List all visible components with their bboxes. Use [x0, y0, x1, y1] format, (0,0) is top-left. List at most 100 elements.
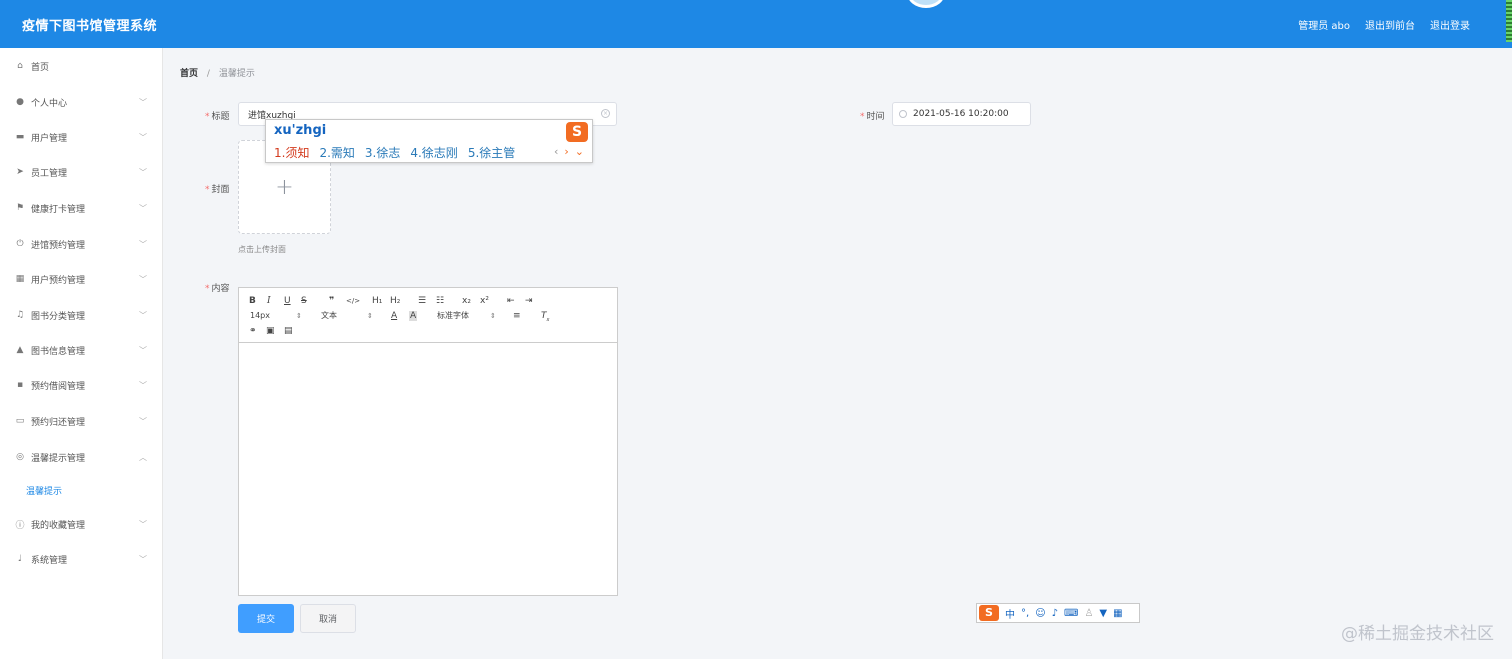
font-family-select[interactable]: 标准字体 — [437, 311, 469, 321]
chevron-down-icon: ﹀ — [139, 555, 147, 564]
clear-icon[interactable]: × — [601, 109, 610, 118]
italic-icon[interactable]: I — [267, 296, 271, 306]
sidebar-item-system[interactable]: ♩ 系统管理 ﹀ — [0, 544, 162, 574]
font-size-select[interactable]: 14px — [250, 311, 270, 321]
sidebar-item-staff[interactable]: ➤ 员工管理 ﹀ — [0, 157, 162, 187]
ordered-list-icon[interactable]: ☰ — [418, 296, 426, 306]
cancel-button[interactable]: 取消 — [300, 604, 356, 633]
font-color-icon[interactable]: A — [391, 311, 397, 321]
chevron-down-icon: ﹀ — [139, 98, 147, 107]
chevron-down-icon: ﹀ — [139, 417, 147, 426]
sidebar-item-users[interactable]: ▬ 用户管理 ﹀ — [0, 122, 162, 152]
time-label-text: 时间 — [866, 112, 885, 122]
grid-icon: ▦ — [15, 274, 25, 284]
sidebar-item-borrow-reservation[interactable]: ▪ 预约借阅管理 ﹀ — [0, 370, 162, 400]
ticket-icon: ▬ — [15, 132, 25, 142]
image-icon[interactable]: ▣ — [266, 326, 275, 336]
aim-icon: ◎ — [16, 452, 24, 462]
avatar[interactable] — [907, 0, 945, 8]
person-icon[interactable]: ♙ — [1084, 608, 1093, 619]
rich-text-editor: B I U S ❞ </> H₁ H₂ ☰ ☷ x₂ x² ⇤ ⇥ 14px ⇕… — [238, 287, 618, 596]
flag-icon: ⚑ — [15, 203, 25, 213]
bullet-list-icon[interactable]: ☷ — [436, 296, 444, 306]
emoji-icon[interactable]: ☺ — [1035, 608, 1045, 619]
ime-candidate-popup: xu'zhgi S 1.须知 2.需知 3.徐志 4.徐志刚 5.徐主管 ‹ ›… — [265, 119, 593, 163]
user-icon: ● — [16, 97, 24, 107]
header-select[interactable]: 文本 — [321, 311, 337, 321]
cover-label-text: 封面 — [211, 185, 230, 195]
sidebar-item-book-info[interactable]: ▲ 图书信息管理 ﹀ — [0, 335, 162, 365]
sidebar-item-user-reservation[interactable]: ▦ 用户预约管理 ﹀ — [0, 264, 162, 294]
microphone-icon[interactable]: ♪ — [1052, 608, 1058, 619]
clear-format-icon[interactable]: Tx — [541, 311, 549, 325]
to-front-link[interactable]: 退出到前台 — [1365, 17, 1415, 32]
video-icon[interactable]: ▤ — [284, 326, 293, 336]
chevron-down-icon: ﹀ — [139, 311, 147, 320]
chevron-down-icon: ﹀ — [139, 240, 147, 249]
editor-content-area[interactable] — [239, 344, 617, 595]
home-icon: ⌂ — [17, 61, 23, 71]
ime-language-toggle[interactable]: 中 — [1005, 606, 1015, 621]
sidebar-item-home[interactable]: ⌂ 首页 — [0, 51, 162, 81]
align-icon[interactable]: ≡ — [513, 311, 521, 321]
chevron-down-icon[interactable]: ⌄ — [575, 145, 584, 158]
toolbox-icon[interactable]: ▦ — [1113, 608, 1122, 619]
sogou-logo-icon[interactable]: S — [979, 605, 999, 621]
ime-candidate[interactable]: 2.需知 — [319, 144, 354, 161]
ime-punctuation-toggle[interactable]: °, — [1021, 608, 1029, 619]
sidebar-item-book-category[interactable]: ♫ 图书分类管理 ﹀ — [0, 300, 162, 330]
ime-nav: ‹ › ⌄ — [554, 145, 584, 158]
sidebar-item-tips[interactable]: ◎ 温馨提示管理 ︿ — [0, 442, 162, 472]
stamp-icon: ▲ — [16, 345, 24, 355]
watermark: @稀土掘金技术社区 — [1341, 624, 1494, 644]
subscript-icon[interactable]: x₂ — [462, 296, 471, 306]
keyboard-icon[interactable]: ⌨ — [1064, 608, 1078, 619]
sogou-logo-icon: S — [566, 122, 588, 142]
code-icon[interactable]: </> — [346, 296, 360, 306]
ime-candidate-list: 1.须知 2.需知 3.徐志 4.徐志刚 5.徐主管 — [274, 144, 515, 161]
title-label: * 标题 — [205, 109, 230, 122]
power-icon: ⏻ — [16, 239, 24, 249]
sidebar-item-profile[interactable]: ● 个人中心 ﹀ — [0, 87, 162, 117]
sidebar-item-label: 健康打卡管理 — [31, 204, 86, 215]
chevron-left-icon[interactable]: ‹ — [554, 145, 558, 158]
time-picker[interactable]: 2021-05-16 10:20:00 — [892, 102, 1031, 126]
header-2-icon[interactable]: H₂ — [390, 296, 400, 306]
indent-icon[interactable]: ⇥ — [525, 296, 533, 306]
chat-icon: ▭ — [15, 416, 25, 426]
clock-icon — [899, 110, 907, 118]
ime-candidate[interactable]: 5.徐主管 — [468, 144, 515, 161]
outdent-icon[interactable]: ⇤ — [507, 296, 515, 306]
bold-icon[interactable]: B — [249, 296, 256, 306]
breadcrumb: 首页 / 温馨提示 — [180, 66, 255, 79]
required-mark: * — [860, 112, 865, 122]
sidebar-item-label: 用户预约管理 — [31, 275, 86, 286]
logout-link[interactable]: 退出登录 — [1430, 17, 1470, 32]
underline-icon[interactable]: U — [284, 296, 291, 306]
link-icon[interactable]: ⚭ — [249, 326, 257, 336]
superscript-icon[interactable]: x² — [480, 296, 489, 306]
sidebar-item-favorites[interactable]: ⓘ 我的收藏管理 ﹀ — [0, 509, 162, 539]
breadcrumb-home[interactable]: 首页 — [180, 69, 198, 79]
sidebar-item-entry-reservation[interactable]: ⏻ 进馆预约管理 ﹀ — [0, 229, 162, 259]
submit-button[interactable]: 提交 — [238, 604, 294, 633]
ime-candidate[interactable]: 4.徐志刚 — [410, 144, 457, 161]
window-edge-indicator — [1506, 0, 1512, 42]
chevron-down-icon: ﹀ — [139, 204, 147, 213]
sidebar-item-label: 用户管理 — [31, 133, 68, 144]
background-color-icon[interactable]: A — [409, 311, 418, 321]
skin-icon[interactable]: ▼ — [1099, 608, 1107, 619]
cover-label: * 封面 — [205, 182, 230, 195]
header-1-icon[interactable]: H₁ — [372, 296, 382, 306]
strikethrough-icon[interactable]: S — [301, 296, 307, 306]
ime-candidate[interactable]: 1.须知 — [274, 144, 309, 161]
sidebar-item-return-reservation[interactable]: ▭ 预约归还管理 ﹀ — [0, 406, 162, 436]
chevron-right-icon[interactable]: › — [564, 145, 568, 158]
ime-candidate[interactable]: 3.徐志 — [365, 144, 400, 161]
sidebar-subitem-tips[interactable]: 温馨提示 — [26, 484, 62, 497]
sidebar-item-health-checkin[interactable]: ⚑ 健康打卡管理 ﹀ — [0, 193, 162, 223]
select-arrows-icon: ⇕ — [367, 312, 373, 320]
quote-icon[interactable]: ❞ — [329, 296, 334, 306]
chevron-down-icon: ﹀ — [139, 275, 147, 284]
chevron-up-icon: ︿ — [139, 453, 147, 462]
